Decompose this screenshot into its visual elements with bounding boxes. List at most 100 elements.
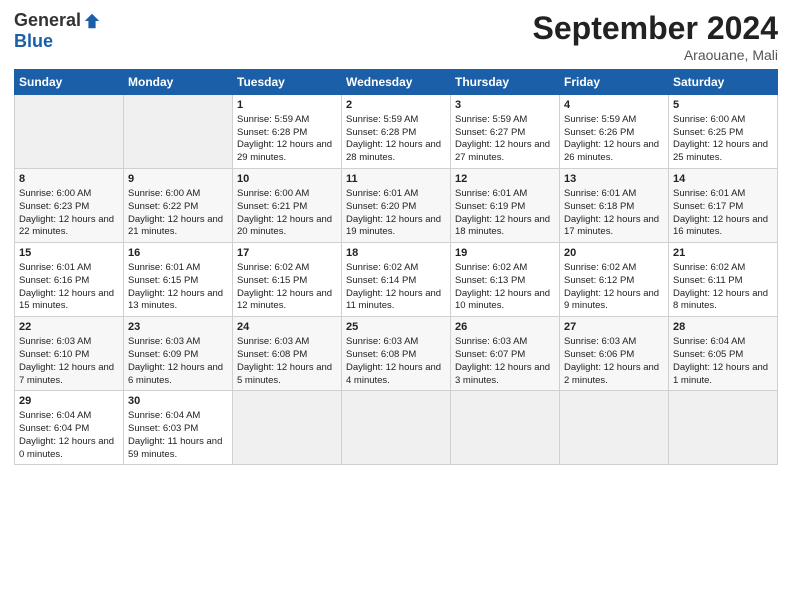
table-row: 15Sunrise: 6:01 AMSunset: 6:16 PMDayligh… bbox=[15, 243, 124, 317]
daylight-text: Daylight: 11 hours and 59 minutes. bbox=[128, 436, 222, 460]
calendar-table: Sunday Monday Tuesday Wednesday Thursday… bbox=[14, 69, 778, 465]
daylight-text: Daylight: 12 hours and 27 minutes. bbox=[455, 139, 550, 163]
day-number: 10 bbox=[237, 172, 337, 187]
sunrise-text: Sunrise: 6:03 AM bbox=[19, 336, 91, 347]
table-row: 13Sunrise: 6:01 AMSunset: 6:18 PMDayligh… bbox=[560, 169, 669, 243]
sunset-text: Sunset: 6:28 PM bbox=[346, 127, 416, 138]
day-number: 28 bbox=[673, 320, 773, 335]
day-number: 3 bbox=[455, 98, 555, 113]
daylight-text: Daylight: 12 hours and 22 minutes. bbox=[19, 214, 114, 238]
day-number: 22 bbox=[19, 320, 119, 335]
daylight-text: Daylight: 12 hours and 11 minutes. bbox=[346, 288, 441, 312]
sunset-text: Sunset: 6:25 PM bbox=[673, 127, 743, 138]
daylight-text: Daylight: 12 hours and 4 minutes. bbox=[346, 362, 441, 386]
daylight-text: Daylight: 12 hours and 10 minutes. bbox=[455, 288, 550, 312]
daylight-text: Daylight: 12 hours and 21 minutes. bbox=[128, 214, 223, 238]
logo-icon bbox=[83, 12, 101, 30]
table-row: 10Sunrise: 6:00 AM Sunset: 6:21 PM Dayligh… bbox=[233, 169, 342, 243]
table-row: 25Sunrise: 6:03 AM Sunset: 6:08 PM Dayligh… bbox=[342, 317, 451, 391]
day-number: 8 bbox=[19, 172, 119, 187]
sunrise-text: Sunrise: 5:59 AM bbox=[564, 114, 636, 125]
location: Araouane, Mali bbox=[533, 47, 778, 63]
logo-blue-text: Blue bbox=[14, 31, 53, 52]
sunrise-text: Sunrise: 6:02 AM bbox=[237, 262, 309, 273]
daylight-text: Daylight: 12 hours and 13 minutes. bbox=[128, 288, 223, 312]
daylight-text: Daylight: 12 hours and 25 minutes. bbox=[673, 139, 768, 163]
day-number: 27 bbox=[564, 320, 664, 335]
sunrise-text: Sunrise: 6:01 AM bbox=[128, 262, 200, 273]
table-row: 9Sunrise: 6:00 AMSunset: 6:22 PMDaylight… bbox=[124, 169, 233, 243]
sunset-text: Sunset: 6:08 PM bbox=[237, 349, 307, 360]
table-row: 1Sunrise: 5:59 AMSunset: 6:28 PMDaylight… bbox=[233, 95, 342, 169]
sunrise-text: Sunrise: 6:01 AM bbox=[564, 188, 636, 199]
table-row: 5Sunrise: 6:00 AMSunset: 6:25 PMDaylight… bbox=[669, 95, 778, 169]
sunset-text: Sunset: 6:23 PM bbox=[19, 201, 89, 212]
sunrise-text: Sunrise: 6:00 AM bbox=[237, 188, 309, 199]
daylight-text: Daylight: 12 hours and 2 minutes. bbox=[564, 362, 659, 386]
day-number: 25 bbox=[346, 320, 446, 335]
sunset-text: Sunset: 6:10 PM bbox=[19, 349, 89, 360]
header-saturday: Saturday bbox=[669, 70, 778, 95]
table-row: 27Sunrise: 6:03 AMSunset: 6:06 PMDayligh… bbox=[560, 317, 669, 391]
day-number: 9 bbox=[128, 172, 228, 187]
sunset-text: Sunset: 6:26 PM bbox=[564, 127, 634, 138]
table-row: 4Sunrise: 5:59 AMSunset: 6:26 PMDaylight… bbox=[560, 95, 669, 169]
table-row: 19Sunrise: 6:02 AMSunset: 6:13 PMDayligh… bbox=[451, 243, 560, 317]
day-number: 13 bbox=[564, 172, 664, 187]
sunrise-text: Sunrise: 5:59 AM bbox=[346, 114, 418, 125]
sunset-text: Sunset: 6:21 PM bbox=[237, 201, 307, 212]
table-row: 11Sunrise: 6:01 AMSunset: 6:20 PMDayligh… bbox=[342, 169, 451, 243]
day-number: 29 bbox=[19, 394, 119, 409]
day-number: 14 bbox=[673, 172, 773, 187]
daylight-text: Daylight: 12 hours and 19 minutes. bbox=[346, 214, 441, 238]
table-row: 21Sunrise: 6:02 AMSunset: 6:11 PMDayligh… bbox=[669, 243, 778, 317]
daylight-text: Daylight: 12 hours and 28 minutes. bbox=[346, 139, 441, 163]
table-row: 26Sunrise: 6:03 AMSunset: 6:07 PMDayligh… bbox=[451, 317, 560, 391]
sunrise-text: Sunrise: 6:01 AM bbox=[346, 188, 418, 199]
sunrise-text: Sunrise: 6:03 AM bbox=[128, 336, 200, 347]
table-row: 2Sunrise: 5:59 AM Sunset: 6:28 PMDaylight… bbox=[342, 95, 451, 169]
sunrise-text: Sunrise: 6:02 AM bbox=[564, 262, 636, 273]
table-row: 30Sunrise: 6:04 AMSunset: 6:03 PMDayligh… bbox=[124, 391, 233, 465]
table-row: 16Sunrise: 6:01 AMSunset: 6:15 PMDayligh… bbox=[124, 243, 233, 317]
table-row: 23Sunrise: 6:03 AMSunset: 6:09 PMDayligh… bbox=[124, 317, 233, 391]
day-number: 30 bbox=[128, 394, 228, 409]
sunrise-text: Sunrise: 6:00 AM bbox=[19, 188, 91, 199]
calendar-week-row: 1Sunrise: 5:59 AMSunset: 6:28 PMDaylight… bbox=[15, 95, 778, 169]
day-number: 21 bbox=[673, 246, 773, 261]
day-number: 4 bbox=[564, 98, 664, 113]
table-row bbox=[342, 391, 451, 465]
sunset-text: Sunset: 6:17 PM bbox=[673, 201, 743, 212]
day-number: 2 bbox=[346, 98, 446, 113]
sunrise-text: Sunrise: 6:00 AM bbox=[128, 188, 200, 199]
daylight-text: Daylight: 12 hours and 15 minutes. bbox=[19, 288, 114, 312]
day-number: 19 bbox=[455, 246, 555, 261]
sunset-text: Sunset: 6:14 PM bbox=[346, 275, 416, 286]
sunset-text: Sunset: 6:27 PM bbox=[455, 127, 525, 138]
table-row bbox=[560, 391, 669, 465]
header-thursday: Thursday bbox=[451, 70, 560, 95]
daylight-text: Daylight: 12 hours and 6 minutes. bbox=[128, 362, 223, 386]
header-sunday: Sunday bbox=[15, 70, 124, 95]
calendar-week-row: 29Sunrise: 6:04 AMSunset: 6:04 PMDayligh… bbox=[15, 391, 778, 465]
table-row: 28Sunrise: 6:04 AMSunset: 6:05 PMDayligh… bbox=[669, 317, 778, 391]
table-row bbox=[124, 95, 233, 169]
daylight-text: Daylight: 12 hours and 3 minutes. bbox=[455, 362, 550, 386]
daylight-text: Daylight: 12 hours and 1 minute. bbox=[673, 362, 768, 386]
sunset-text: Sunset: 6:08 PM bbox=[346, 349, 416, 360]
title-block: September 2024 Araouane, Mali bbox=[533, 10, 778, 63]
day-number: 11 bbox=[346, 172, 446, 187]
header-monday: Monday bbox=[124, 70, 233, 95]
calendar-week-row: 15Sunrise: 6:01 AMSunset: 6:16 PMDayligh… bbox=[15, 243, 778, 317]
logo-general-text: General bbox=[14, 10, 81, 31]
day-number: 26 bbox=[455, 320, 555, 335]
sunrise-text: Sunrise: 5:59 AM bbox=[455, 114, 527, 125]
sunset-text: Sunset: 6:11 PM bbox=[673, 275, 743, 286]
sunset-text: Sunset: 6:28 PM bbox=[237, 127, 307, 138]
sunrise-text: Sunrise: 6:04 AM bbox=[128, 410, 200, 421]
sunset-text: Sunset: 6:07 PM bbox=[455, 349, 525, 360]
daylight-text: Daylight: 12 hours and 17 minutes. bbox=[564, 214, 659, 238]
daylight-text: Daylight: 12 hours and 20 minutes. bbox=[237, 214, 332, 238]
day-number: 18 bbox=[346, 246, 446, 261]
sunrise-text: Sunrise: 6:03 AM bbox=[346, 336, 418, 347]
